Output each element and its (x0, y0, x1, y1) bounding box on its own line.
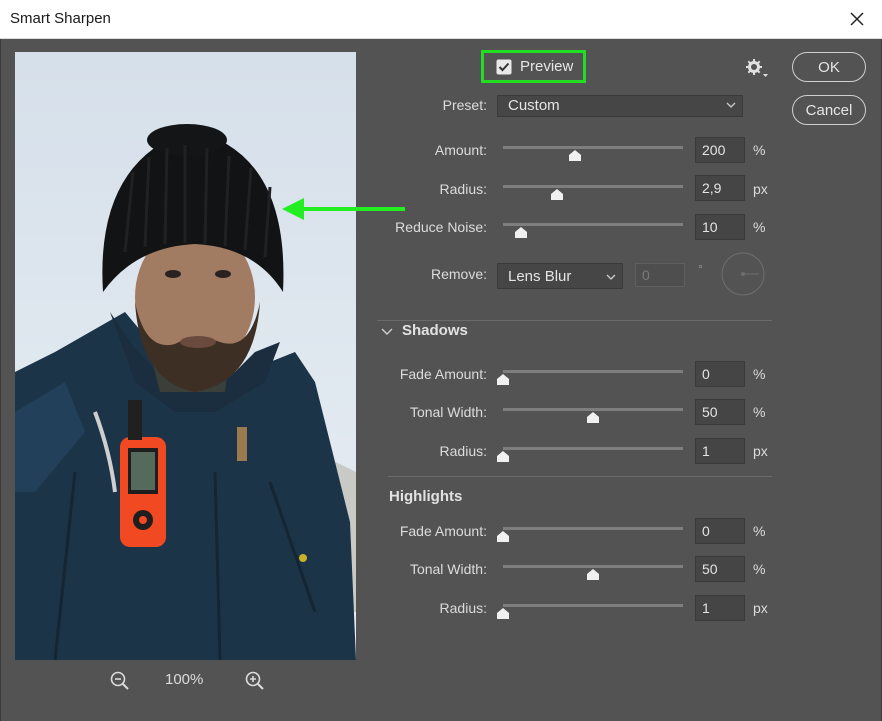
radius-slider[interactable] (503, 185, 683, 200)
shadows-radius-unit: px (753, 443, 768, 459)
shadows-fade-amount-input[interactable]: 0 (695, 361, 745, 387)
radius-slider-thumb[interactable] (551, 189, 563, 200)
preview-label: Preview (520, 58, 574, 75)
highlights-tonal-width-unit: % (753, 561, 766, 577)
highlights-fade-amount-slider[interactable] (497, 527, 683, 542)
highlights-radius-thumb[interactable] (497, 608, 509, 619)
preset-label: Preset: (442, 97, 487, 113)
preset-dropdown[interactable]: Custom (497, 95, 743, 117)
zoom-out-button[interactable] (109, 670, 131, 692)
shadows-fade-amount-thumb[interactable] (497, 374, 509, 385)
gear-icon (746, 59, 768, 77)
shadows-fade-amount-slider[interactable] (497, 370, 683, 385)
shadows-radius-slider[interactable] (497, 447, 683, 462)
section-divider (388, 476, 772, 477)
radius-unit: px (753, 181, 768, 197)
highlights-title: Highlights (389, 488, 463, 505)
zoom-in-button[interactable] (244, 670, 266, 692)
ok-button[interactable]: OK (792, 52, 866, 82)
amount-input[interactable]: 200 (695, 137, 745, 163)
preset-value: Custom (508, 97, 560, 114)
reduce-noise-input[interactable]: 10 (695, 214, 745, 240)
remove-value: Lens Blur (508, 268, 572, 285)
degree-symbol: ° (698, 262, 703, 276)
chevron-down-icon (726, 102, 736, 108)
amount-label: Amount: (434, 142, 487, 158)
highlights-fade-amount-unit: % (753, 523, 766, 539)
reduce-noise-slider[interactable] (503, 223, 683, 238)
highlights-radius-input[interactable]: 1 (695, 595, 745, 621)
zoom-out-icon (110, 671, 129, 690)
chevron-down-icon (381, 328, 393, 335)
reduce-noise-slider-thumb[interactable] (515, 227, 527, 238)
remove-dropdown[interactable]: Lens Blur (497, 263, 623, 289)
shadows-tonal-width-unit: % (753, 404, 766, 420)
reduce-noise-label: Reduce Noise: (395, 219, 487, 235)
remove-label: Remove: (430, 266, 487, 282)
shadows-radius-input[interactable]: 1 (695, 438, 745, 464)
shadows-tonal-width-input[interactable]: 50 (695, 399, 745, 425)
shadows-radius-thumb[interactable] (497, 451, 509, 462)
window-title: Smart Sharpen (10, 10, 111, 27)
shadows-radius-label: Radius: (439, 443, 487, 459)
highlights-radius-label: Radius: (439, 600, 487, 616)
checkbox-icon (496, 59, 512, 75)
section-divider (377, 320, 772, 321)
title-bar: Smart Sharpen (0, 0, 882, 39)
angle-dial-icon (721, 252, 765, 296)
shadows-tonal-width-thumb[interactable] (587, 412, 599, 423)
radius-label: Radius: (439, 181, 487, 197)
highlights-fade-amount-input[interactable]: 0 (695, 518, 745, 544)
zoom-level: 100% (165, 671, 204, 688)
settings-button[interactable] (745, 58, 769, 80)
highlights-tonal-width-thumb[interactable] (587, 569, 599, 580)
highlights-radius-unit: px (753, 600, 768, 616)
highlights-radius-slider[interactable] (497, 604, 683, 619)
amount-slider[interactable] (503, 146, 683, 161)
highlights-tonal-width-input[interactable]: 50 (695, 556, 745, 582)
highlights-toggle[interactable]: Highlights (389, 488, 509, 510)
close-button[interactable] (842, 4, 872, 34)
radius-input[interactable]: 2,9 (695, 175, 745, 201)
shadows-tonal-width-slider[interactable] (503, 408, 683, 423)
shadows-fade-amount-unit: % (753, 366, 766, 382)
shadows-tonal-width-label: Tonal Width: (409, 404, 487, 420)
shadows-fade-amount-label: Fade Amount: (399, 366, 487, 382)
cancel-button[interactable]: Cancel (792, 95, 866, 125)
close-icon (850, 12, 864, 26)
zoom-in-icon (245, 671, 264, 690)
chevron-down-icon (606, 274, 616, 280)
angle-dial (721, 252, 765, 296)
reduce-noise-unit: % (753, 219, 766, 235)
highlights-fade-amount-thumb[interactable] (497, 531, 509, 542)
highlights-tonal-width-label: Tonal Width: (409, 561, 487, 577)
shadows-title: Shadows (402, 322, 468, 339)
amount-slider-thumb[interactable] (569, 150, 581, 161)
shadows-toggle[interactable]: Shadows (381, 322, 501, 344)
amount-unit: % (753, 142, 766, 158)
highlights-tonal-width-slider[interactable] (503, 565, 683, 580)
angle-input: 0 (635, 263, 685, 287)
highlights-fade-amount-label: Fade Amount: (399, 523, 487, 539)
